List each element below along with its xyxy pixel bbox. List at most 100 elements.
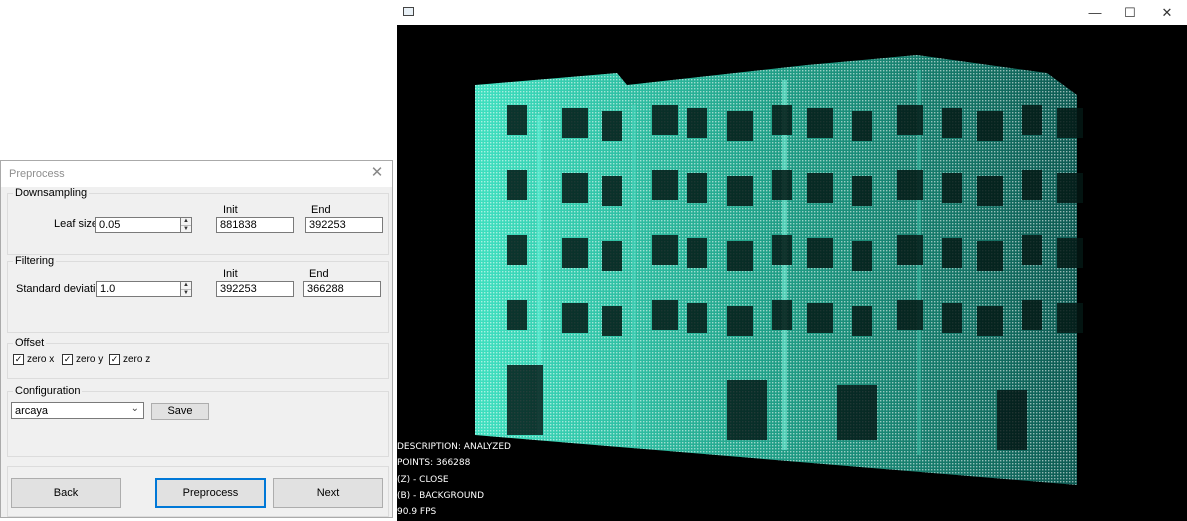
window-opening <box>807 108 833 138</box>
dialog-title: Preprocess <box>9 168 65 180</box>
app-icon <box>403 7 414 16</box>
leaf-size-input[interactable]: 0.05 <box>95 217 181 233</box>
window-opening <box>652 235 678 265</box>
window-opening <box>1022 235 1042 265</box>
window-opening <box>852 176 872 206</box>
window-opening <box>562 108 588 138</box>
window-opening <box>687 303 707 333</box>
filtering-init-field[interactable]: 392253 <box>216 281 294 297</box>
door-opening <box>507 365 543 435</box>
door-opening <box>837 385 877 440</box>
window-opening <box>1022 105 1042 135</box>
hud-background-hint: (B) - BACKGROUND <box>397 490 485 501</box>
chevron-down-icon[interactable]: ⌄ <box>131 403 139 414</box>
leaf-size-spinner[interactable]: ▲ ▼ <box>180 217 192 233</box>
spin-up-icon[interactable]: ▲ <box>181 282 191 289</box>
window-opening <box>772 170 792 200</box>
filtering-end-label: End <box>309 268 329 280</box>
hud-points: POINTS: 366288 <box>397 458 471 469</box>
window-opening <box>942 303 962 333</box>
dialog-titlebar[interactable]: Preprocess ✕ <box>1 161 392 187</box>
window-opening <box>602 306 622 336</box>
hud-close-hint: (Z) - CLOSE <box>397 474 449 485</box>
window-opening <box>807 173 833 203</box>
window-opening <box>507 105 527 135</box>
door-opening <box>727 380 767 440</box>
window-opening <box>652 170 678 200</box>
close-icon[interactable]: ✕ <box>1152 4 1182 22</box>
window-opening <box>602 176 622 206</box>
window-opening <box>727 306 753 336</box>
configuration-group: Configuration <box>7 385 389 457</box>
window-opening <box>602 241 622 271</box>
window-opening <box>942 173 962 203</box>
window-opening <box>942 238 962 268</box>
spin-up-icon[interactable]: ▲ <box>181 218 191 225</box>
configuration-select[interactable]: arcaya ⌄ <box>11 402 144 419</box>
offset-group-label: Offset <box>13 337 47 349</box>
next-button[interactable]: Next <box>273 478 383 508</box>
window-opening <box>897 300 923 330</box>
window-opening <box>1022 300 1042 330</box>
minimize-icon[interactable]: — <box>1080 4 1110 22</box>
window-opening <box>562 173 588 203</box>
check-icon[interactable]: ✓ <box>109 354 120 365</box>
window-opening <box>727 241 753 271</box>
configuration-selected: arcaya <box>15 405 49 417</box>
window-opening <box>772 300 792 330</box>
window-opening <box>1057 108 1083 138</box>
leaf-size-label: Leaf size <box>54 218 99 230</box>
window-opening <box>977 241 1003 271</box>
check-icon[interactable]: ✓ <box>13 354 24 365</box>
window-opening <box>772 235 792 265</box>
window-opening <box>507 300 527 330</box>
spin-down-icon[interactable]: ▼ <box>181 289 191 297</box>
filtering-group-label: Filtering <box>13 255 57 267</box>
window-opening <box>897 235 923 265</box>
filtering-end-field[interactable]: 366288 <box>303 281 381 297</box>
point-cloud-render <box>475 55 1083 485</box>
point-cloud-window: — ☐ ✕ DESCRIPTION: ANALYZED POINTS: 3662… <box>397 0 1187 521</box>
window-opening <box>727 111 753 141</box>
hud-description: DESCRIPTION: ANALYZED <box>397 442 511 452</box>
close-icon[interactable]: ✕ <box>368 164 386 182</box>
window-opening <box>562 303 588 333</box>
preprocess-dialog: Preprocess ✕ Downsampling Leaf size 0.05… <box>0 160 393 518</box>
window-opening <box>727 176 753 206</box>
window-opening <box>1022 170 1042 200</box>
window-opening <box>852 306 872 336</box>
check-icon[interactable]: ✓ <box>62 354 73 365</box>
downsampling-init-field[interactable]: 881838 <box>216 217 294 233</box>
window-opening <box>977 306 1003 336</box>
window-opening <box>507 170 527 200</box>
configuration-group-label: Configuration <box>13 385 83 397</box>
window-opening <box>1057 238 1083 268</box>
window-opening <box>807 303 833 333</box>
window-opening <box>652 105 678 135</box>
zero-y-label: zero y <box>76 354 104 365</box>
downsampling-end-field[interactable]: 392253 <box>305 217 383 233</box>
save-button[interactable]: Save <box>151 403 209 420</box>
window-opening <box>1057 303 1083 333</box>
window-opening <box>562 238 588 268</box>
std-deviation-input[interactable]: 1.0 <box>96 281 181 297</box>
window-opening <box>852 241 872 271</box>
downsampling-end-label: End <box>311 204 331 216</box>
std-deviation-label: Standard deviation <box>16 283 108 295</box>
zero-z-label: zero z <box>123 354 151 365</box>
window-opening <box>977 176 1003 206</box>
viewer-titlebar[interactable]: — ☐ ✕ <box>397 0 1187 25</box>
maximize-icon[interactable]: ☐ <box>1115 4 1145 22</box>
point-cloud-canvas[interactable]: DESCRIPTION: ANALYZED POINTS: 366288 (Z)… <box>397 25 1187 521</box>
filtering-init-label: Init <box>223 268 238 280</box>
preprocess-button[interactable]: Preprocess <box>155 478 266 508</box>
hud-overlay: DESCRIPTION: ANALYZED POINTS: 366288 (Z)… <box>397 439 511 520</box>
window-opening <box>807 238 833 268</box>
zero-x-label: zero x <box>27 354 55 365</box>
spin-down-icon[interactable]: ▼ <box>181 225 191 233</box>
back-button[interactable]: Back <box>11 478 121 508</box>
window-opening <box>942 108 962 138</box>
std-deviation-spinner[interactable]: ▲ ▼ <box>180 281 192 297</box>
window-opening <box>687 238 707 268</box>
window-opening <box>772 105 792 135</box>
